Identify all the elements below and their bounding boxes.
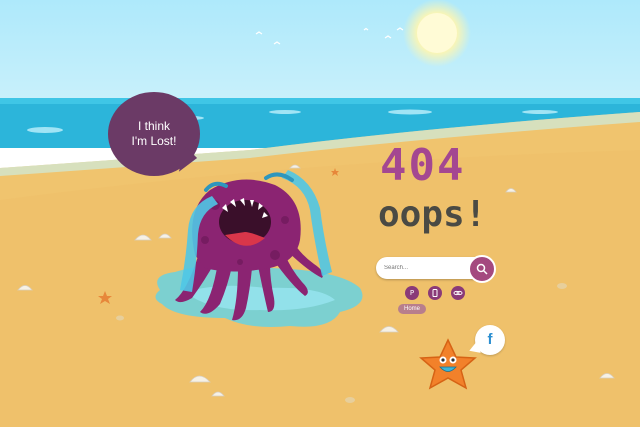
pinterest-icon: P [409, 289, 415, 297]
sun-icon [403, 0, 471, 67]
beach-scene-illustration [0, 0, 640, 427]
mobile-icon [432, 289, 438, 297]
search-icon [476, 263, 488, 275]
error-code-heading: 404 [380, 140, 466, 191]
facebook-button[interactable]: f [475, 325, 505, 355]
home-button[interactable]: Home [398, 304, 426, 314]
facebook-icon: f [487, 331, 493, 348]
link-icon [453, 290, 463, 296]
error-message-heading: oops! [378, 194, 487, 235]
mobile-button[interactable] [428, 286, 442, 300]
speech-line-2: I'm Lost! [131, 134, 177, 148]
pinterest-button[interactable]: P [405, 286, 419, 300]
link-button[interactable] [451, 286, 465, 300]
speech-line-1: I think [137, 119, 170, 133]
search-button[interactable] [468, 255, 496, 283]
speech-bubble: I think I'm Lost! [108, 92, 200, 176]
search-form [376, 255, 496, 283]
